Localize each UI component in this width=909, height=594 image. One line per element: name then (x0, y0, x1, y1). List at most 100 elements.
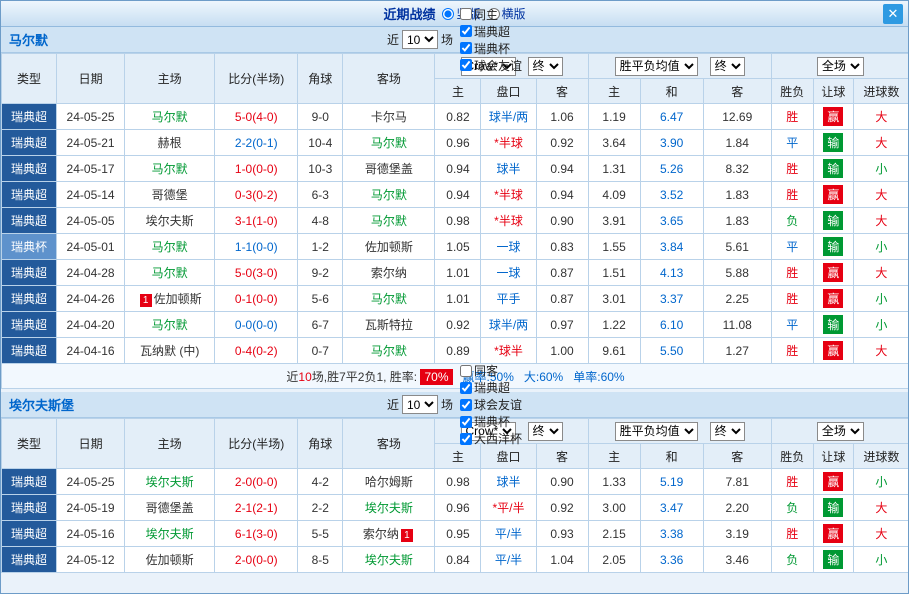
avg-home-cell: 3.00 (588, 495, 640, 521)
date-cell: 24-04-28 (57, 260, 125, 286)
avg-away-cell: 3.19 (703, 521, 771, 547)
avg-away-cell: 1.83 (703, 182, 771, 208)
summary-stat: 单率:60% (573, 370, 624, 384)
home-team-cell[interactable]: 马尔默 (125, 104, 215, 130)
filter-checkbox-瑞典超[interactable]: 瑞典超 (453, 379, 522, 396)
avg-home-cell: 3.91 (588, 208, 640, 234)
avg-away-cell: 2.20 (703, 495, 771, 521)
home-team-cell[interactable]: 佐加顿斯 (125, 547, 215, 573)
corners-cell: 5-5 (298, 521, 343, 547)
checkbox[interactable] (460, 59, 472, 71)
home-team-cell[interactable]: 1佐加顿斯 (125, 286, 215, 312)
home-team-cell[interactable]: 埃尔夫斯 (125, 521, 215, 547)
results-table-malmo: 类型 日期 主场 比分(半场) 角球 客场 Crow* 终 胜平负均值 终 (1, 53, 909, 389)
odds-home-cell: 0.98 (435, 208, 481, 234)
filter-checkbox-瑞典超[interactable]: 瑞典超 (453, 23, 522, 40)
away-team-cell[interactable]: 卡尔马 (343, 104, 435, 130)
col-header-avg-home: 主 (588, 79, 640, 104)
away-team-cell[interactable]: 马尔默 (343, 130, 435, 156)
away-team-cell[interactable]: 索尔纳1 (343, 521, 435, 547)
home-team-cell[interactable]: 埃尔夫斯 (125, 208, 215, 234)
away-team-cell[interactable]: 索尔纳 (343, 260, 435, 286)
filter-checkbox-同客[interactable]: 同客 (453, 362, 522, 379)
away-team-cell[interactable]: 瓦斯特拉 (343, 312, 435, 338)
match-row: 瑞典超24-04-28马尔默5-0(3-0)9-2索尔纳1.01一球0.871.… (2, 260, 909, 286)
away-team-cell[interactable]: 哥德堡盖 (343, 156, 435, 182)
odds-home-cell: 0.82 (435, 104, 481, 130)
checkbox[interactable] (460, 382, 472, 394)
checkbox[interactable] (460, 433, 472, 445)
avg-group-header: 胜平负均值 终 (588, 419, 771, 444)
near-label: 近 (387, 31, 399, 48)
full-match-select[interactable]: 全场 (817, 422, 864, 441)
full-match-select[interactable]: 全场 (817, 57, 864, 76)
home-team-cell[interactable]: 马尔默 (125, 234, 215, 260)
filter-checkbox-瑞典杯[interactable]: 瑞典杯 (453, 413, 522, 430)
away-team-cell[interactable]: 马尔默 (343, 286, 435, 312)
home-team-cell[interactable]: 马尔默 (125, 260, 215, 286)
checkbox[interactable] (460, 416, 472, 428)
avg-select[interactable]: 胜平负均值 (615, 422, 698, 441)
odds-away-cell: 0.90 (536, 208, 588, 234)
league-cell: 瑞典超 (2, 156, 57, 182)
odds-final-select[interactable]: 终 (528, 57, 563, 76)
home-team-cell[interactable]: 马尔默 (125, 156, 215, 182)
filter-checkbox-球会友谊[interactable]: 球会友谊 (453, 396, 522, 413)
checkbox[interactable] (460, 399, 472, 411)
avg-home-cell: 3.01 (588, 286, 640, 312)
home-team-cell[interactable]: 哥德堡 (125, 182, 215, 208)
away-team-cell[interactable]: 哈尔姆斯 (343, 469, 435, 495)
filter-checkbox-大西洋杯[interactable]: 大西洋杯 (453, 430, 522, 447)
filter-checkbox-同主[interactable]: 同主 (453, 6, 522, 23)
filter-checkbox-瑞典杯[interactable]: 瑞典杯 (453, 40, 522, 57)
away-team-cell[interactable]: 埃尔夫斯 (343, 495, 435, 521)
home-team-cell[interactable]: 马尔默 (125, 312, 215, 338)
filter-bar-elfsborg: 近 10 场 同客瑞典超球会友谊瑞典杯大西洋杯 (387, 362, 522, 447)
goals-cell: 大 (853, 521, 909, 547)
avg-away-cell: 2.25 (703, 286, 771, 312)
home-team-cell[interactable]: 赫根 (125, 130, 215, 156)
home-team-cell[interactable]: 哥德堡盖 (125, 495, 215, 521)
avg-home-cell: 2.05 (588, 547, 640, 573)
odds-final-select[interactable]: 终 (528, 422, 563, 441)
close-button[interactable]: ✕ (883, 4, 903, 24)
home-team-cell[interactable]: 瓦纳默 (中) (125, 338, 215, 364)
checkbox[interactable] (460, 25, 472, 37)
away-team-cell[interactable]: 马尔默 (343, 338, 435, 364)
odds-home-cell: 0.98 (435, 469, 481, 495)
avg-final-select[interactable]: 终 (710, 422, 745, 441)
filter-checkbox-球会友谊[interactable]: 球会友谊 (453, 57, 522, 74)
away-team-cell[interactable]: 马尔默 (343, 208, 435, 234)
score-cell: 0-1(0-0) (215, 286, 298, 312)
spread-result-badge: 输 (823, 159, 843, 178)
col-header-corner: 角球 (298, 54, 343, 104)
games-count-select[interactable]: 10 (402, 395, 438, 414)
checkbox[interactable] (460, 8, 472, 20)
games-count-select[interactable]: 10 (402, 30, 438, 49)
result-cell: 胜 (771, 338, 813, 364)
odds-away-cell: 0.97 (536, 312, 588, 338)
handicap-cell: *半球 (481, 130, 536, 156)
away-team-cell[interactable]: 佐加顿斯 (343, 234, 435, 260)
league-cell: 瑞典超 (2, 521, 57, 547)
result-cell: 胜 (771, 182, 813, 208)
away-team-cell[interactable]: 马尔默 (343, 182, 435, 208)
home-team-cell[interactable]: 埃尔夫斯 (125, 469, 215, 495)
odds-home-cell: 0.95 (435, 521, 481, 547)
avg-select[interactable]: 胜平负均值 (615, 57, 698, 76)
checkbox[interactable] (460, 365, 472, 377)
date-cell: 24-04-16 (57, 338, 125, 364)
avg-final-select[interactable]: 终 (710, 57, 745, 76)
handicap-cell: 球半/两 (481, 312, 536, 338)
handicap-cell: 球半 (481, 469, 536, 495)
away-team-cell[interactable]: 埃尔夫斯 (343, 547, 435, 573)
avg-away-cell: 3.46 (703, 547, 771, 573)
red-card-badge: 1 (140, 294, 152, 307)
avg-draw-cell: 6.47 (640, 104, 703, 130)
date-cell: 24-05-16 (57, 521, 125, 547)
match-row: 瑞典超24-05-16埃尔夫斯6-1(3-0)5-5索尔纳10.95平/半0.9… (2, 521, 909, 547)
full-group-header: 全场 (771, 54, 909, 79)
spread-result-badge: 输 (823, 315, 843, 334)
checkbox[interactable] (460, 42, 472, 54)
goals-cell: 大 (853, 495, 909, 521)
